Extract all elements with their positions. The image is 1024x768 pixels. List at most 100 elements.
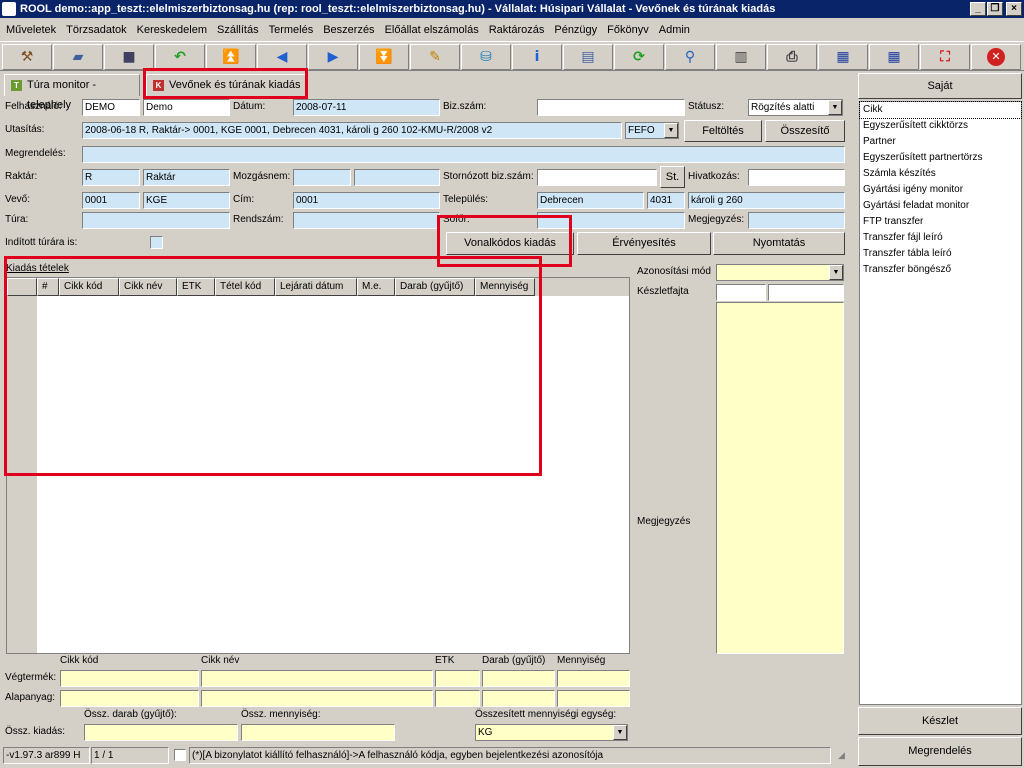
sidebar-item[interactable]: Transzfer böngésző [860,262,1021,278]
menu-szallitas[interactable]: Szállítás [211,24,263,36]
restore-icon[interactable]: ❐ [987,2,1003,16]
chevron-down-icon[interactable]: ▼ [664,123,678,138]
ossz-mennyiseg-field[interactable] [241,724,395,741]
statusz-select[interactable]: Rögzítés alatti ▼ [748,99,843,116]
cim-field[interactable]: 0001 [293,192,440,209]
alapanyag-cikk-kod[interactable] [60,690,199,707]
col-etk[interactable]: ETK [177,278,215,296]
sofor-field[interactable] [537,212,685,229]
hammer-button[interactable]: ⚒ [2,44,52,70]
col-cikk-kod[interactable]: Cikk kód [59,278,119,296]
col-lejarati-datum[interactable]: Lejárati dátum [275,278,357,296]
osszesito-button[interactable]: Összesítő [765,120,845,142]
grid-export-button[interactable]: ▦ [818,44,868,70]
grid-import-button[interactable]: ▦ [869,44,919,70]
sidebar-item[interactable]: Transzfer fájl leíró [860,230,1021,246]
menu-admin[interactable]: Admin [653,24,694,36]
status-checkbox[interactable] [174,749,186,761]
undo-arrow-button[interactable]: ↶ [155,44,205,70]
telepules-name-field[interactable]: Debrecen [537,192,644,209]
alapanyag-darab[interactable] [482,690,555,707]
items-grid[interactable]: # Cikk kód Cikk név ETK Tétel kód Lejára… [6,277,630,654]
felhasznalo-code-field[interactable]: DEMO [82,99,140,116]
megjegyzes-field[interactable] [748,212,845,229]
ossz-darab-field[interactable] [84,724,238,741]
megrendeles-field[interactable] [82,146,845,163]
last-button[interactable]: ⏬ [359,44,409,70]
sajat-header-button[interactable]: Saját [858,73,1022,99]
minimize-icon[interactable]: _ [970,2,986,16]
sidebar-item[interactable]: Egyszerűsített partnertörzs [860,150,1021,166]
vevo-name-field[interactable]: KGE [143,192,230,209]
raktar-name-field[interactable]: Raktár [143,169,230,186]
fefo-select[interactable]: FEFO ▼ [625,122,679,139]
col-me[interactable]: M.e. [357,278,395,296]
telepules-street-field[interactable]: károli g 260 [688,192,845,209]
vegtermek-cikk-kod[interactable] [60,670,199,687]
vegtermek-cikk-nev[interactable] [201,670,433,687]
prev-button[interactable]: ◀ [257,44,307,70]
chevron-down-icon[interactable]: ▼ [829,265,843,280]
vegtermek-mennyiseg[interactable] [557,670,630,687]
mertekegyseg-select[interactable]: KG ▼ [475,724,628,741]
ervenyesites-button[interactable]: Érvényesítés [577,232,711,255]
edit-pencil-button[interactable]: ✎ [410,44,460,70]
st-button[interactable]: St. [660,166,685,188]
col-cikk-nev[interactable]: Cikk név [119,278,177,296]
save-button[interactable]: ■ [104,44,154,70]
raktar-code-field[interactable]: R [82,169,140,186]
refresh-button[interactable]: ⟳ [614,44,664,70]
col-darab[interactable]: Darab (gyűjtő) [395,278,475,296]
tab-tura-monitor[interactable]: T Túra monitor - telephely [4,74,140,111]
keszletfajta-code-field[interactable] [716,284,766,301]
database-button[interactable]: ⛁ [461,44,511,70]
menu-termeles[interactable]: Termelés [263,24,318,36]
page-button[interactable]: ▥ [716,44,766,70]
col-number[interactable]: # [37,278,59,296]
right-megjegyzes-textarea[interactable] [716,302,844,654]
tura-field[interactable] [82,212,230,229]
hivatkozas-field[interactable] [748,169,845,186]
telepules-zip-field[interactable]: 4031 [647,192,685,209]
mozgasnem-name-field[interactable] [354,169,440,186]
col-mennyiseg[interactable]: Mennyiség [475,278,535,296]
menu-kereskedelem[interactable]: Kereskedelem [131,24,211,36]
stornozott-field[interactable] [537,169,657,186]
vonalkodos-kiadas-button[interactable]: Vonalkódos kiadás [446,232,574,255]
sidebar-item[interactable]: FTP transzfer [860,214,1021,230]
datum-field[interactable]: 2008-07-11 [293,99,440,116]
open-folder-button[interactable]: ▰ [53,44,103,70]
sidebar-item[interactable]: Gyártási feladat monitor [860,198,1021,214]
alapanyag-cikk-nev[interactable] [201,690,433,707]
form-view-button[interactable]: ▤ [563,44,613,70]
rendszam-field[interactable] [293,212,440,229]
sidebar-item[interactable]: Partner [860,134,1021,150]
alapanyag-mennyiseg[interactable] [557,690,630,707]
sidebar-item[interactable]: Számla készítés [860,166,1021,182]
sidebar-item[interactable]: Transzfer tábla leíró [860,246,1021,262]
first-button[interactable]: ⏫ [206,44,256,70]
search-button[interactable]: ⚲ [665,44,715,70]
next-button[interactable]: ▶ [308,44,358,70]
alapanyag-etk[interactable] [435,690,480,707]
menu-eloallat[interactable]: Előállat elszámolás [379,24,483,36]
vevo-code-field[interactable]: 0001 [82,192,140,209]
menu-fokonyv[interactable]: Főkönyv [601,24,653,36]
sidebar-item[interactable]: Gyártási igény monitor [860,182,1021,198]
megrendeles-sidebar-button[interactable]: Megrendelés [858,737,1022,766]
tab-vevo-kiadas[interactable]: K Vevőnek és túrának kiadás [146,74,306,96]
inditott-checkbox[interactable] [150,236,163,249]
utasitas-field[interactable]: 2008-06-18 R, Raktár-> 0001, KGE 0001, D… [82,122,622,139]
menu-torzsadatok[interactable]: Törzsadatok [60,24,131,36]
menu-penzugy[interactable]: Pénzügy [548,24,601,36]
menu-raktarozas[interactable]: Raktározás [483,24,549,36]
col-tetel-kod[interactable]: Tétel kód [215,278,275,296]
keszletfajta-name-field[interactable] [768,284,844,301]
keszlet-button[interactable]: Készlet [858,707,1022,735]
close-icon[interactable]: × [1006,2,1022,16]
feltoltes-button[interactable]: Feltöltés [684,120,762,142]
fullscreen-button[interactable]: ⛶ [920,44,970,70]
print-button[interactable]: ⎙ [767,44,817,70]
vegtermek-darab[interactable] [482,670,555,687]
nyomtatas-button[interactable]: Nyomtatás [713,232,845,255]
